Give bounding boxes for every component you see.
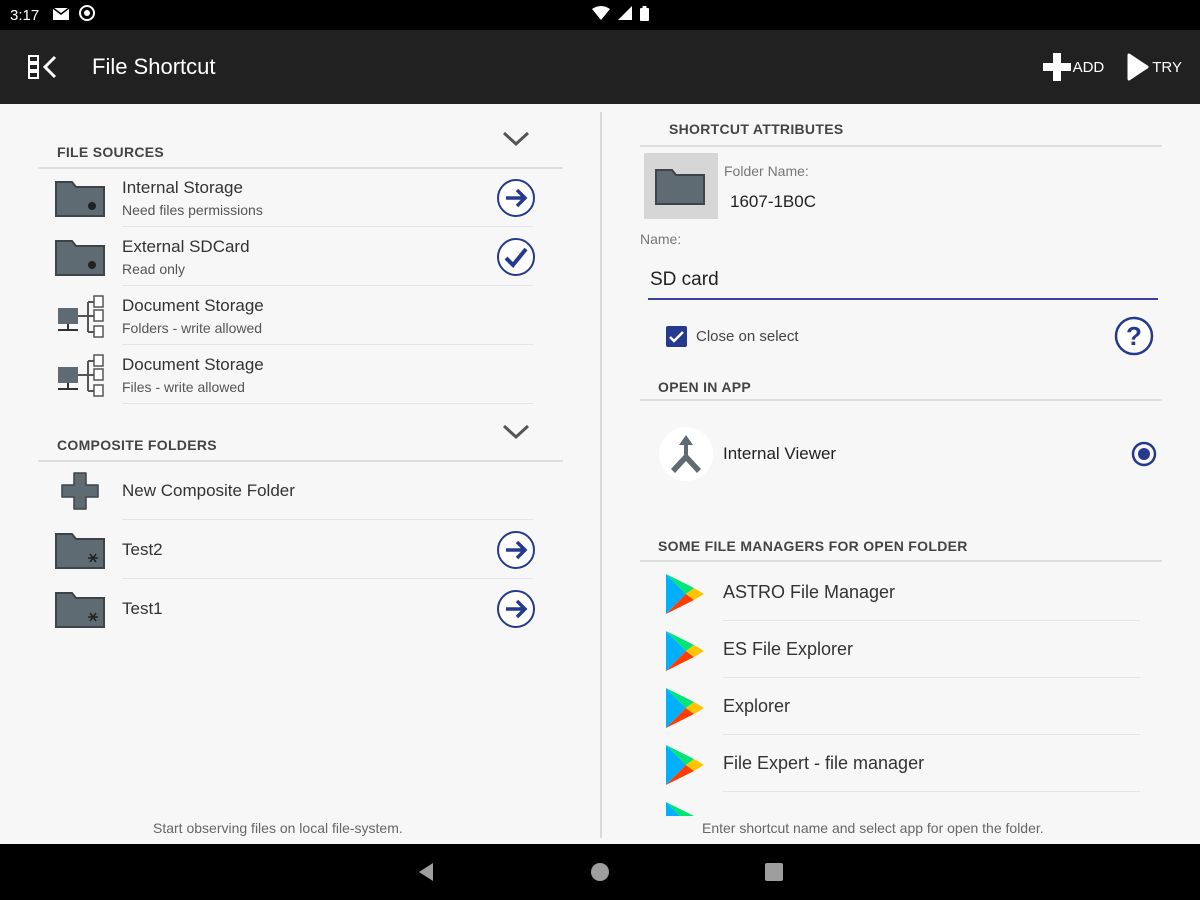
item-title: New Composite Folder (122, 481, 295, 500)
play-store-icon (662, 800, 706, 816)
add-button[interactable]: ADD (1042, 53, 1105, 81)
list-item[interactable]: ES File Explorer (640, 621, 1140, 678)
play-store-icon (662, 629, 706, 673)
item-title: Internal Storage (122, 178, 243, 197)
file-manager-list: ASTRO File Manager ES File Explorer Expl… (640, 562, 1160, 816)
system-nav-bar (0, 844, 1200, 900)
play-store-icon (662, 686, 706, 730)
item-title: Document Storage (122, 355, 264, 374)
list-item-document-storage-folders[interactable]: Document Storage Folders - write allowed (38, 286, 563, 345)
list-item[interactable]: ASTRO File Manager (640, 564, 1140, 621)
wifi-icon (592, 6, 610, 24)
item-subtitle: Need files permissions (122, 202, 263, 218)
shortcut-name-input[interactable] (648, 262, 1158, 300)
folder-icon (54, 587, 108, 631)
folder-icon (54, 528, 108, 572)
drawer-back-icon[interactable] (24, 47, 64, 87)
folder-icon (655, 169, 705, 205)
internal-viewer-icon (659, 427, 713, 481)
folder-icon (54, 235, 108, 279)
play-store-icon (662, 572, 706, 616)
signal-icon (618, 6, 632, 24)
checkmark-icon (669, 330, 684, 343)
sync-icon (79, 5, 96, 25)
plus-icon (54, 469, 108, 513)
help-icon[interactable]: ? (1114, 316, 1154, 356)
arrow-right-circle-icon[interactable] (496, 530, 536, 570)
file-sources-heading: FILE SOURCES (57, 144, 165, 160)
divider (640, 399, 1162, 401)
item-subtitle: Read only (122, 261, 186, 277)
status-time: 3:17 (10, 6, 40, 24)
folder-name-label: Folder Name: (724, 163, 809, 179)
list-item-internal-storage[interactable]: Internal Storage Need files permissions (38, 168, 563, 227)
item-title: External SDCard (122, 237, 250, 256)
close-on-select-label: Close on select (696, 328, 799, 345)
back-icon[interactable] (414, 860, 438, 884)
svg-text:?: ? (1126, 321, 1142, 351)
app-name: File Expert - file manager (723, 753, 925, 773)
app-name: Explorer (723, 696, 791, 716)
left-footer-hint: Start observing files on local file-syst… (153, 820, 403, 836)
shortcut-attributes-heading: SHORTCUT ATTRIBUTES (669, 121, 844, 137)
app-name: ASTRO File Manager (723, 582, 896, 602)
app-toolbar: File Shortcut ADD TRY (0, 30, 1200, 104)
right-footer-hint: Enter shortcut name and select app for o… (702, 820, 1044, 836)
item-title: Document Storage (122, 296, 264, 315)
chevron-down-icon[interactable] (501, 129, 531, 154)
home-icon[interactable] (588, 860, 612, 884)
name-label: Name: (640, 231, 682, 247)
try-button[interactable]: TRY (1126, 53, 1182, 81)
close-on-select-checkbox[interactable] (666, 326, 687, 347)
item-subtitle: Files - write allowed (122, 379, 245, 395)
item-title: Test2 (122, 540, 163, 559)
folder-thumbnail[interactable] (644, 153, 718, 219)
check-circle-icon[interactable] (496, 237, 536, 277)
app-name: ES File Explorer (723, 639, 854, 659)
divider (122, 403, 533, 404)
arrow-right-circle-icon[interactable] (496, 589, 536, 629)
add-label: ADD (1072, 58, 1105, 76)
list-item[interactable]: File Expert - file manager (640, 735, 1140, 792)
list-item-document-storage-files[interactable]: Document Storage Files - write allowed (38, 345, 563, 404)
list-item[interactable] (640, 792, 1140, 816)
list-item-test1[interactable]: Test1 (38, 579, 563, 638)
list-item-external-sdcard[interactable]: External SDCard Read only (38, 227, 563, 286)
chevron-down-icon[interactable] (501, 422, 531, 447)
mail-icon (52, 6, 70, 24)
document-tree-icon (54, 294, 108, 338)
play-store-icon (662, 743, 706, 787)
folder-name-value: 1607-1B0C (730, 192, 817, 211)
open-in-app-heading: OPEN IN APP (658, 379, 752, 395)
composite-folders-heading: COMPOSITE FOLDERS (57, 437, 217, 453)
list-item-test2[interactable]: Test2 (38, 520, 563, 579)
status-bar: 3:17 (0, 0, 1200, 30)
item-subtitle: Folders - write allowed (122, 320, 263, 336)
list-item[interactable]: Explorer (640, 678, 1140, 735)
divider (640, 145, 1162, 147)
arrow-right-circle-icon[interactable] (496, 178, 536, 218)
folder-icon (54, 176, 108, 220)
app-title: File Shortcut (92, 54, 216, 79)
try-label: TRY (1152, 58, 1182, 76)
internal-viewer-label: Internal Viewer (723, 444, 837, 463)
list-item-new-composite-folder[interactable]: New Composite Folder (38, 461, 563, 520)
recents-icon[interactable] (762, 860, 786, 884)
document-tree-icon (54, 353, 108, 397)
pane-divider (600, 112, 602, 838)
internal-viewer-radio[interactable] (1131, 441, 1157, 467)
item-title: Test1 (122, 599, 163, 618)
play-icon (1127, 53, 1149, 81)
battery-icon (640, 5, 649, 25)
file-managers-heading: SOME FILE MANAGERS FOR OPEN FOLDER (658, 538, 968, 554)
plus-icon (1042, 53, 1071, 81)
